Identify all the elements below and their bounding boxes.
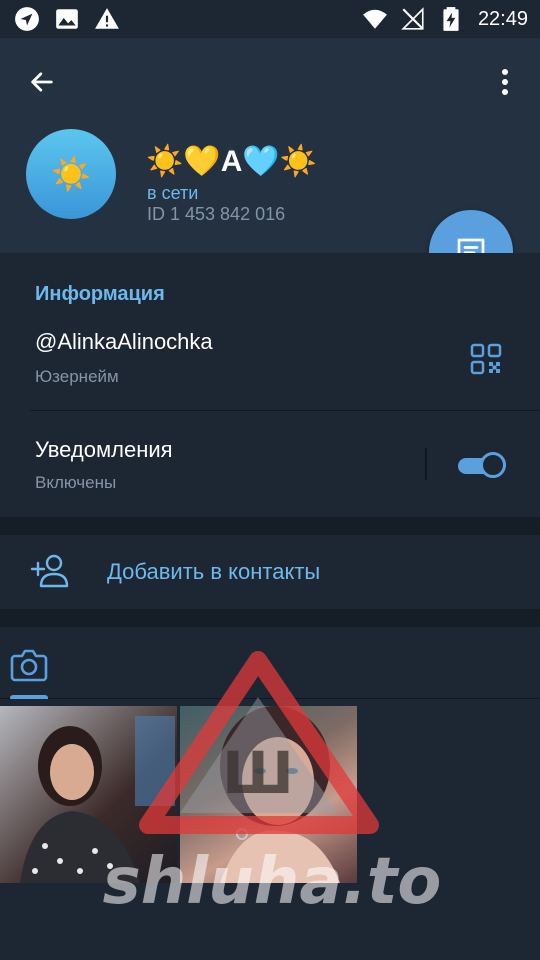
back-button[interactable] xyxy=(22,62,62,102)
info-section: Информация @AlinkaAlinochka Юзернейм Уве… xyxy=(0,253,540,517)
section-gap xyxy=(0,517,540,535)
add-contact-label: Добавить в контакты xyxy=(107,559,321,584)
vertical-divider xyxy=(425,448,427,480)
battery-icon xyxy=(443,7,459,31)
no-signal-icon xyxy=(401,7,424,30)
info-section-title: Информация xyxy=(35,283,165,305)
tab-photos[interactable] xyxy=(10,647,48,699)
arrow-left-icon xyxy=(31,72,53,92)
empty-area xyxy=(0,884,540,960)
notifications-status: Включены xyxy=(35,473,117,492)
username[interactable]: @AlinkaAlinochka xyxy=(35,329,213,355)
media-tabs xyxy=(0,627,540,699)
qr-code-button[interactable] xyxy=(470,343,502,375)
profile-name: ☀️💛A🩵☀️ xyxy=(146,145,318,178)
section-gap xyxy=(0,609,540,627)
camera-icon xyxy=(10,649,48,682)
divider xyxy=(30,410,540,411)
user-id: ID 1 453 842 016 xyxy=(147,204,286,224)
wifi-icon xyxy=(363,9,387,29)
media-grid xyxy=(0,706,540,884)
avatar[interactable]: ☀️ xyxy=(26,129,116,219)
status-bar: 22:49 xyxy=(0,0,540,38)
image-icon xyxy=(56,9,78,29)
more-vertical-icon xyxy=(502,69,508,95)
qr-code-icon xyxy=(470,343,502,375)
online-status: в сети xyxy=(147,183,199,203)
avatar-emoji: ☀️ xyxy=(51,156,91,192)
photo-thumbnail[interactable] xyxy=(0,706,177,883)
photo-2-image xyxy=(220,706,340,883)
username-label: Юзернейм xyxy=(35,367,119,386)
clock: 22:49 xyxy=(477,7,528,30)
photo-thumbnail[interactable] xyxy=(180,706,357,883)
add-user-icon xyxy=(30,554,69,588)
warning-icon xyxy=(95,8,119,29)
active-tab-indicator xyxy=(10,695,48,699)
toggle-knob xyxy=(480,452,506,478)
add-contact-row[interactable]: Добавить в контакты xyxy=(0,535,540,609)
more-menu-button[interactable] xyxy=(490,62,520,102)
notifications-title[interactable]: Уведомления xyxy=(35,437,173,463)
photo-1-image xyxy=(20,716,175,883)
navigation-icon xyxy=(15,7,39,31)
notifications-toggle[interactable] xyxy=(456,450,508,478)
